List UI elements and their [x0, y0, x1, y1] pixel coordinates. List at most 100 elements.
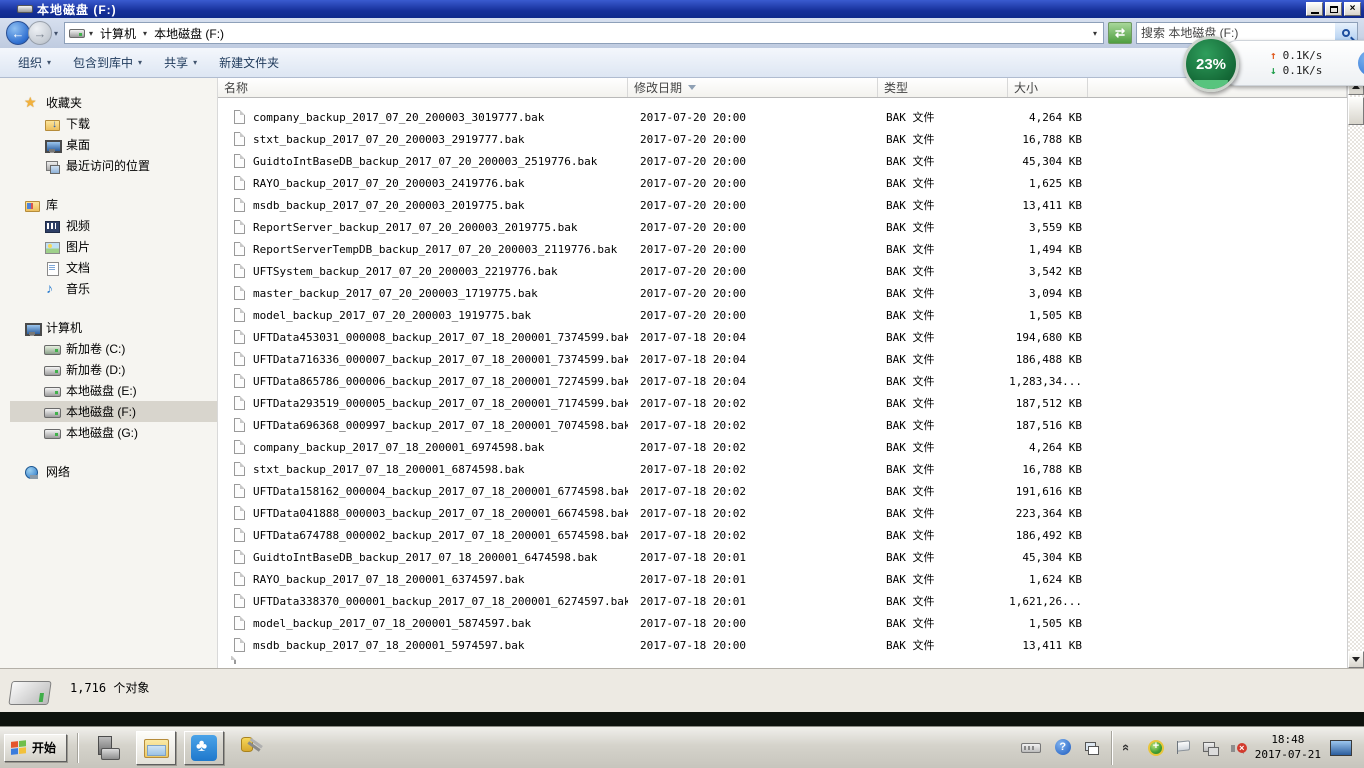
- breadcrumb-local-disk-f[interactable]: 本地磁盘 (F:): [151, 25, 227, 42]
- table-row[interactable]: UFTData674788_000002_backup_2017_07_18_2…: [218, 524, 1347, 546]
- drive-icon: [17, 4, 33, 15]
- help-circle-icon[interactable]: [1051, 740, 1071, 756]
- breadcrumb-computer[interactable]: 计算机: [97, 25, 139, 42]
- refresh-button[interactable]: ⇄: [1108, 22, 1132, 44]
- toolbar-button[interactable]: 包含到库中 ▾: [63, 50, 152, 75]
- sidebar-item[interactable]: 收藏夹: [10, 92, 217, 113]
- toolbar-button[interactable]: 组织 ▾: [8, 50, 61, 75]
- table-row[interactable]: company_backup_2017_07_20_200003_3019777…: [218, 106, 1347, 128]
- net-speed-widget[interactable]: ↑ 0.1K/s ↓ 0.1K/s + 23%: [1183, 36, 1239, 92]
- sidebar-item[interactable]: 图片: [10, 236, 217, 257]
- back-button[interactable]: ←: [6, 21, 30, 45]
- history-dropdown-icon[interactable]: ▾: [54, 29, 58, 38]
- sidebar-item[interactable]: 新加卷 (C:): [10, 338, 217, 359]
- file-date: 2017-07-20 20:00: [628, 265, 878, 278]
- file-type: BAK 文件: [878, 285, 1008, 301]
- keyboard-icon[interactable]: [1021, 740, 1041, 756]
- sidebar-item[interactable]: 下载: [10, 113, 217, 134]
- sidebar-item[interactable]: 网络: [10, 461, 217, 482]
- sidebar-item[interactable]: 视频: [10, 215, 217, 236]
- start-button[interactable]: 开始: [4, 734, 67, 762]
- close-button[interactable]: ×: [1344, 2, 1361, 16]
- taskbar-button[interactable]: [184, 731, 224, 765]
- table-row[interactable]: UFTData041888_000003_backup_2017_07_18_2…: [218, 502, 1347, 524]
- restore-window-icon[interactable]: [1081, 740, 1101, 756]
- scroll-down-button[interactable]: [1348, 651, 1364, 668]
- display-tray-icon[interactable]: [1330, 740, 1352, 756]
- table-row[interactable]: RAYO_backup_2017_07_18_200001_6374597.ba…: [218, 568, 1347, 590]
- table-row[interactable]: GuidtoIntBaseDB_backup_2017_07_20_200003…: [218, 150, 1347, 172]
- drive-icon: [69, 29, 85, 38]
- file-name: UFTData041888_000003_backup_2017_07_18_2…: [253, 507, 628, 520]
- table-row[interactable]: stxt_backup_2017_07_18_200001_6874598.ba…: [218, 458, 1347, 480]
- vertical-scrollbar[interactable]: [1347, 78, 1364, 668]
- file-size: 3,542 KB: [1008, 265, 1088, 278]
- sidebar-item[interactable]: 音乐: [10, 278, 217, 299]
- network-tray-icon[interactable]: [1201, 739, 1219, 757]
- db-tools-icon: [239, 735, 265, 761]
- column-header-date[interactable]: 修改日期: [628, 78, 878, 97]
- memory-percent-orb[interactable]: 23%: [1183, 36, 1239, 92]
- taskbar-button[interactable]: [232, 731, 272, 765]
- picture-icon: [44, 239, 60, 255]
- table-row[interactable]: UFTData293519_000005_backup_2017_07_18_2…: [218, 392, 1347, 414]
- table-row[interactable]: UFTData696368_000997_backup_2017_07_18_2…: [218, 414, 1347, 436]
- maximize-button[interactable]: [1325, 2, 1342, 16]
- table-row[interactable]: UFTData865786_000006_backup_2017_07_18_2…: [218, 370, 1347, 392]
- sidebar-item[interactable]: 最近访问的位置: [10, 155, 217, 176]
- table-row[interactable]: UFTData453031_000008_backup_2017_07_18_2…: [218, 326, 1347, 348]
- toolbar-button[interactable]: 共享 ▾: [154, 50, 207, 75]
- file-icon: [234, 308, 245, 322]
- table-row[interactable]: model_backup_2017_07_20_200003_1919775.b…: [218, 304, 1347, 326]
- table-row[interactable]: RAYO_backup_2017_07_20_200003_2419776.ba…: [218, 172, 1347, 194]
- sidebar-item[interactable]: 新加卷 (D:): [10, 359, 217, 380]
- computer-icon: [24, 320, 40, 336]
- column-header-type[interactable]: 类型: [878, 78, 1008, 97]
- toolbar-button[interactable]: 新建文件夹: [209, 50, 294, 75]
- file-name: company_backup_2017_07_20_200003_3019777…: [253, 111, 544, 124]
- file-name: UFTData865786_000006_backup_2017_07_18_2…: [253, 375, 628, 388]
- table-row[interactable]: UFTData716336_000007_backup_2017_07_18_2…: [218, 348, 1347, 370]
- table-row[interactable]: msdb_backup_2017_07_18_200001_5974597.ba…: [218, 634, 1347, 656]
- add-accelerate-button[interactable]: +: [1358, 50, 1364, 76]
- volume-muted-icon[interactable]: [1228, 739, 1246, 757]
- sidebar-item[interactable]: 桌面: [10, 134, 217, 155]
- scrollbar-thumb[interactable]: [1348, 97, 1364, 125]
- table-row[interactable]: company_backup_2017_07_18_200001_6974598…: [218, 436, 1347, 458]
- sidebar-item[interactable]: 本地磁盘 (F:): [10, 401, 217, 422]
- taskbar-clock[interactable]: 18:48 2017-07-21: [1255, 733, 1321, 763]
- table-row[interactable]: ReportServerTempDB_backup_2017_07_20_200…: [218, 238, 1347, 260]
- taskbar-button[interactable]: [88, 731, 128, 765]
- toolbar-button-label: 组织: [18, 54, 42, 71]
- sidebar-item[interactable]: 本地磁盘 (G:): [10, 422, 217, 443]
- table-row[interactable]: UFTData158162_000004_backup_2017_07_18_2…: [218, 480, 1347, 502]
- sidebar-item[interactable]: 库: [10, 194, 217, 215]
- sidebar-item[interactable]: 计算机: [10, 317, 217, 338]
- taskbar-button[interactable]: [136, 731, 176, 765]
- chevron-up-icon[interactable]: [1120, 739, 1138, 757]
- column-header-size[interactable]: 大小: [1008, 78, 1088, 97]
- address-dropdown-icon[interactable]: ▾: [1093, 29, 1099, 38]
- file-name: UFTData293519_000005_backup_2017_07_18_2…: [253, 397, 628, 410]
- sidebar-item[interactable]: 本地磁盘 (E:): [10, 380, 217, 401]
- address-bar[interactable]: ▾ 计算机 ▾ 本地磁盘 (F:) ▾: [64, 22, 1104, 44]
- sidebar-item[interactable]: 文档: [10, 257, 217, 278]
- table-row[interactable]: msdb_backup_2017_07_20_200003_2019775.ba…: [218, 194, 1347, 216]
- chevron-down-icon[interactable]: ▾: [89, 29, 93, 38]
- forward-button[interactable]: →: [28, 21, 52, 45]
- column-header-name[interactable]: 名称: [218, 78, 628, 97]
- table-row[interactable]: model_backup_2017_07_18_200001_5874597.b…: [218, 612, 1347, 634]
- safety-orb-icon[interactable]: [1147, 739, 1165, 757]
- minimize-button[interactable]: [1306, 2, 1323, 16]
- table-row[interactable]: stxt_backup_2017_07_20_200003_2919777.ba…: [218, 128, 1347, 150]
- file-type: BAK 文件: [878, 593, 1008, 609]
- table-row[interactable]: UFTData338370_000001_backup_2017_07_18_2…: [218, 590, 1347, 612]
- flag-icon[interactable]: [1174, 739, 1192, 757]
- table-row[interactable]: UFTSystem_backup_2017_07_20_200003_22197…: [218, 260, 1347, 282]
- table-row[interactable]: master_backup_2017_07_20_200003_1719775.…: [218, 282, 1347, 304]
- chevron-down-icon[interactable]: ▾: [143, 29, 147, 38]
- upload-arrow-icon: ↑: [1270, 49, 1277, 62]
- scrollbar-track[interactable]: [1348, 95, 1364, 651]
- table-row[interactable]: GuidtoIntBaseDB_backup_2017_07_18_200001…: [218, 546, 1347, 568]
- table-row[interactable]: ReportServer_backup_2017_07_20_200003_20…: [218, 216, 1347, 238]
